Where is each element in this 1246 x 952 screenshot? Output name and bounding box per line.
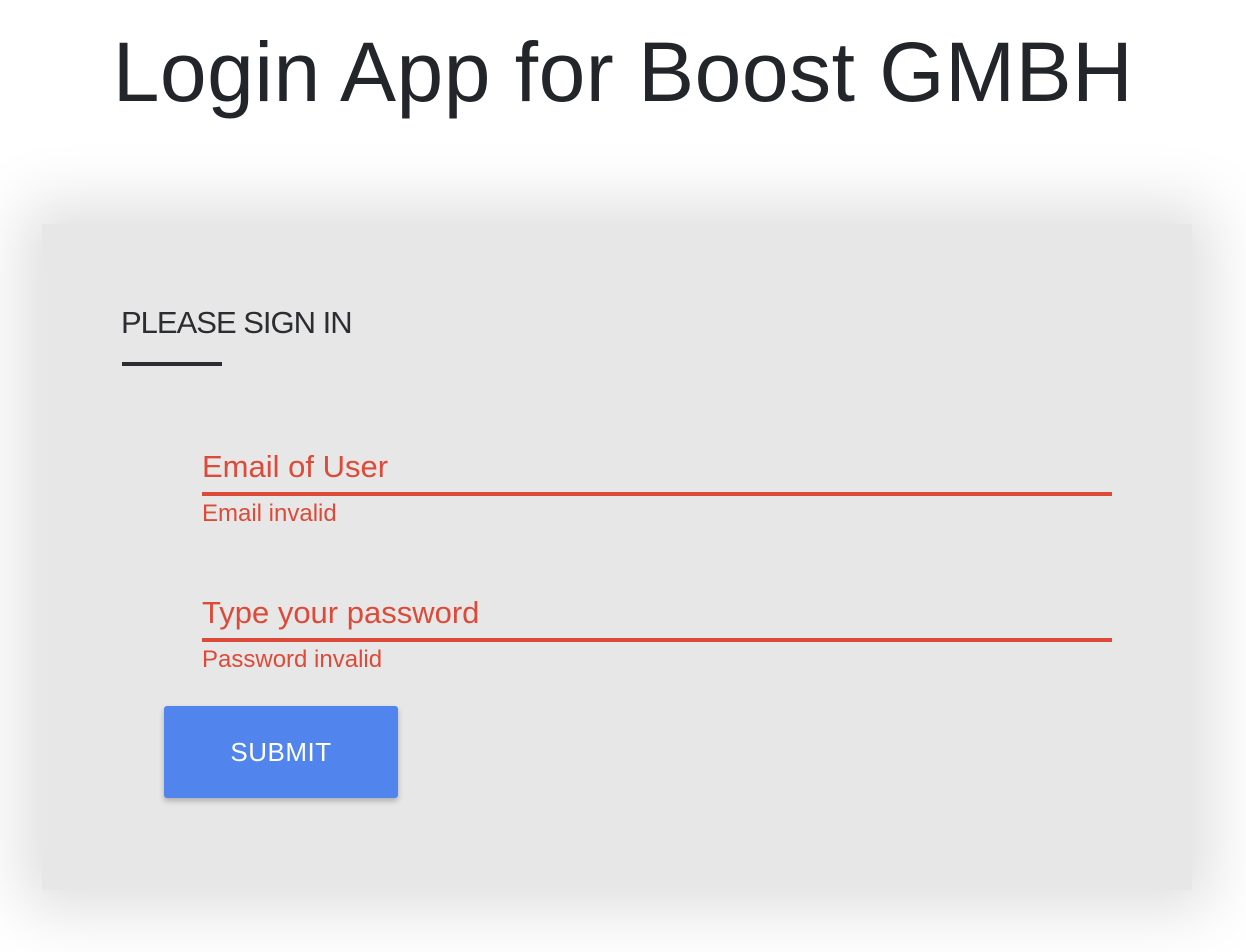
password-field[interactable]	[202, 588, 1112, 642]
heading-underline	[122, 362, 222, 366]
email-error-message: Email invalid	[202, 500, 337, 527]
login-page: Login App for Boost GMBH PLEASE SIGN IN …	[0, 0, 1246, 952]
submit-button[interactable]: SUBMIT	[164, 706, 398, 798]
login-card: PLEASE SIGN IN Email invalid Password in…	[42, 224, 1192, 890]
password-field-group: Password invalid	[202, 588, 1112, 675]
page-title: Login App for Boost GMBH	[112, 25, 1134, 119]
password-error-message: Password invalid	[202, 646, 383, 673]
login-card-heading: PLEASE SIGN IN	[121, 305, 353, 340]
email-field[interactable]	[202, 442, 1112, 496]
email-field-group: Email invalid	[202, 442, 1112, 529]
